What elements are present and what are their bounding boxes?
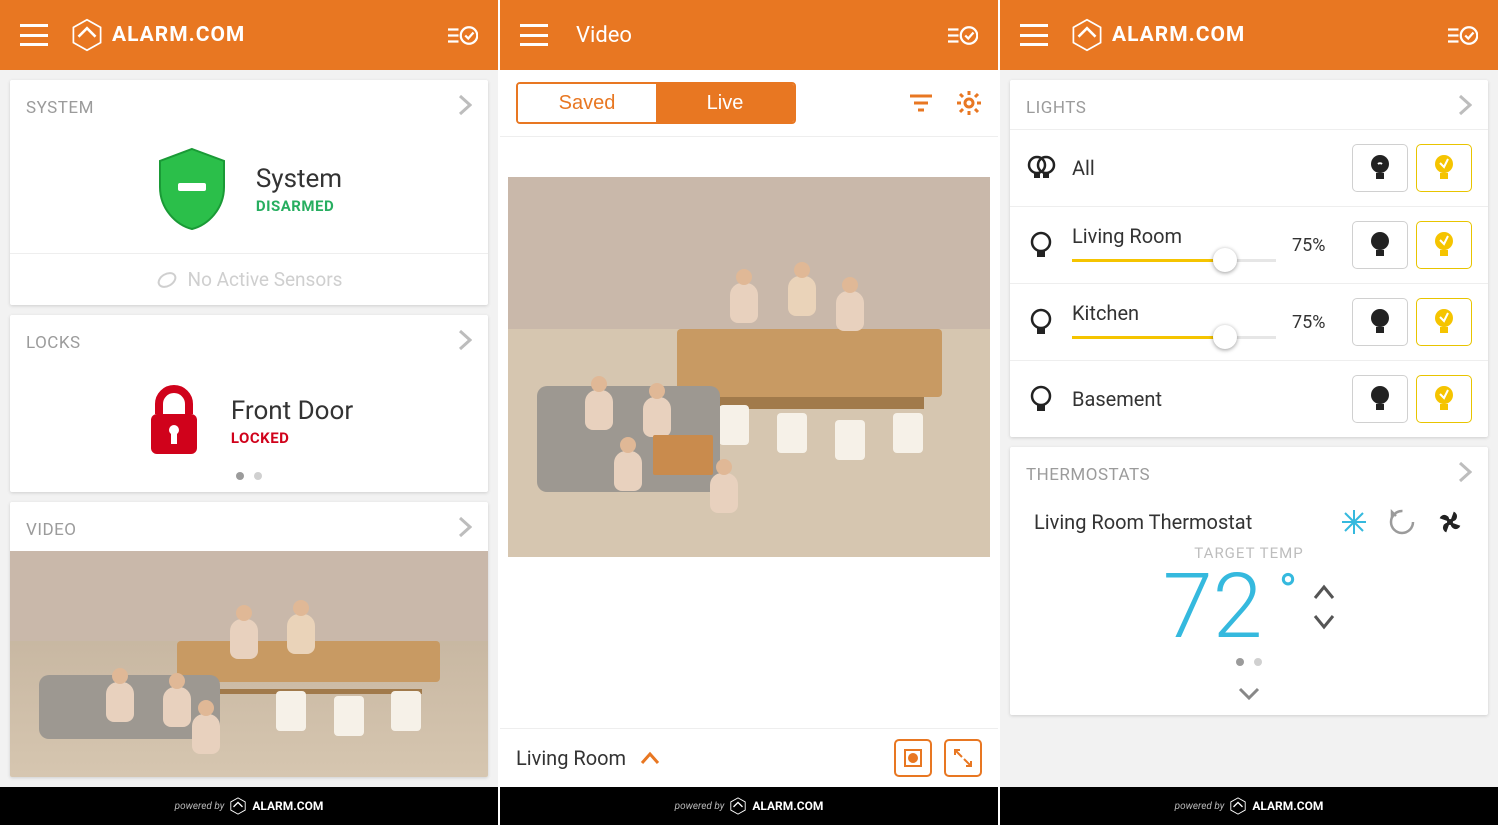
target-temp-value: 72 (1163, 562, 1263, 652)
lights-heading-row[interactable]: LIGHTS (1010, 80, 1488, 129)
lock-title: Front Door (231, 396, 353, 426)
locks-heading: LOCKS (26, 333, 81, 353)
cool-mode-icon[interactable] (1340, 508, 1368, 536)
footer-logo-icon (229, 797, 247, 815)
brand-logo: ALARM.COM (1070, 18, 1245, 52)
status-check-icon[interactable] (448, 20, 478, 50)
video-feed[interactable] (508, 177, 990, 557)
lights-card: LIGHTS All Living Room (1010, 80, 1488, 437)
light-on-button[interactable] (1416, 221, 1472, 269)
filter-icon[interactable] (908, 90, 934, 116)
header: ALARM.COM (0, 0, 498, 70)
header: ALARM.COM (1000, 0, 1498, 70)
light-name: Basement (1072, 387, 1336, 411)
chevron-right-icon (458, 516, 472, 543)
light-on-button[interactable] (1416, 375, 1472, 423)
light-on-button[interactable] (1416, 144, 1472, 192)
brightness-value: 75% (1292, 235, 1336, 256)
footer-logo-icon (1229, 797, 1247, 815)
chevron-up-icon[interactable] (640, 746, 660, 770)
footer: powered by ALARM.COM (1000, 787, 1498, 825)
light-row-basement: Basement (1010, 360, 1488, 437)
tab-live[interactable]: Live (656, 84, 794, 122)
thermostat-name: Living Room Thermostat (1034, 510, 1252, 534)
light-row-kitchen: Kitchen 75% (1010, 283, 1488, 360)
screen-home: ALARM.COM SYSTEM (0, 0, 500, 825)
lock-pagination[interactable] (10, 466, 488, 492)
light-name: All (1072, 156, 1336, 180)
status-check-icon[interactable] (948, 20, 978, 50)
degree-symbol: ° (1279, 564, 1298, 622)
light-off-button[interactable] (1352, 144, 1408, 192)
light-off-button[interactable] (1352, 298, 1408, 346)
camera-name: Living Room (516, 746, 626, 770)
lock-status: LOCKED (231, 429, 353, 447)
menu-icon[interactable] (20, 24, 48, 46)
lights-heading: LIGHTS (1026, 98, 1086, 118)
light-on-button[interactable] (1416, 298, 1472, 346)
logo-hexagon-icon (70, 18, 104, 52)
chevron-right-icon (1458, 94, 1472, 121)
brand-logo: ALARM.COM (70, 18, 245, 52)
light-off-button[interactable] (1352, 221, 1408, 269)
system-card[interactable]: SYSTEM System DISARMED No Active Sens (10, 80, 488, 305)
no-active-sensors: No Active Sensors (10, 253, 488, 305)
footer-logo-icon (729, 797, 747, 815)
light-row-all: All (1010, 129, 1488, 206)
tab-saved[interactable]: Saved (518, 84, 656, 122)
fullscreen-button[interactable] (944, 739, 982, 777)
chevron-right-icon (458, 94, 472, 121)
expand-more-button[interactable] (1034, 678, 1464, 707)
brightness-slider[interactable] (1072, 254, 1276, 266)
schedule-icon[interactable] (1388, 508, 1416, 536)
video-thumbnail[interactable] (10, 551, 488, 777)
footer: powered by ALARM.COM (0, 787, 498, 825)
gear-icon[interactable] (956, 90, 982, 116)
video-toolbar: Saved Live (500, 70, 998, 137)
thermostats-heading: THERMOSTATS (1026, 465, 1150, 485)
system-title: System (256, 164, 342, 194)
video-card[interactable]: VIDEO (10, 502, 488, 777)
brightness-slider[interactable] (1072, 331, 1276, 343)
light-row-living-room: Living Room 75% (1010, 206, 1488, 283)
bulb-icon (1026, 230, 1056, 260)
screen-lights: ALARM.COM LIGHTS All (1000, 0, 1500, 825)
light-off-button[interactable] (1352, 375, 1408, 423)
record-button[interactable] (894, 739, 932, 777)
footer: powered by ALARM.COM (500, 787, 998, 825)
brightness-value: 75% (1292, 312, 1336, 333)
system-heading: SYSTEM (26, 98, 94, 118)
screen-video: Video Saved Live (500, 0, 1000, 825)
video-heading: VIDEO (26, 520, 76, 540)
system-status: DISARMED (256, 197, 342, 215)
lock-icon (145, 384, 203, 458)
video-mode-segment[interactable]: Saved Live (516, 82, 796, 124)
thermostats-card: THERMOSTATS Living Room Thermostat TARGE… (1010, 447, 1488, 715)
light-name: Living Room (1072, 224, 1276, 248)
temp-up-button[interactable] (1313, 584, 1335, 600)
logo-hexagon-icon (1070, 18, 1104, 52)
brand-text: ALARM.COM (1112, 23, 1245, 47)
fan-icon[interactable] (1436, 508, 1464, 536)
status-check-icon[interactable] (1448, 20, 1478, 50)
brand-text: ALARM.COM (112, 23, 245, 47)
chevron-right-icon (458, 329, 472, 356)
chevron-right-icon (1458, 461, 1472, 488)
light-name: Kitchen (1072, 301, 1276, 325)
shield-disarmed-icon (156, 147, 228, 231)
bulb-icon (1026, 307, 1056, 337)
thermostats-heading-row[interactable]: THERMOSTATS (1010, 447, 1488, 496)
menu-icon[interactable] (520, 24, 548, 46)
bulb-icon (1026, 384, 1056, 414)
temp-down-button[interactable] (1313, 614, 1335, 630)
page-title: Video (576, 23, 632, 48)
bulb-group-icon (1026, 153, 1056, 183)
locks-card[interactable]: LOCKS Front Door LOCKED (10, 315, 488, 492)
header: Video (500, 0, 998, 70)
sensor-icon (156, 269, 178, 291)
menu-icon[interactable] (1020, 24, 1048, 46)
